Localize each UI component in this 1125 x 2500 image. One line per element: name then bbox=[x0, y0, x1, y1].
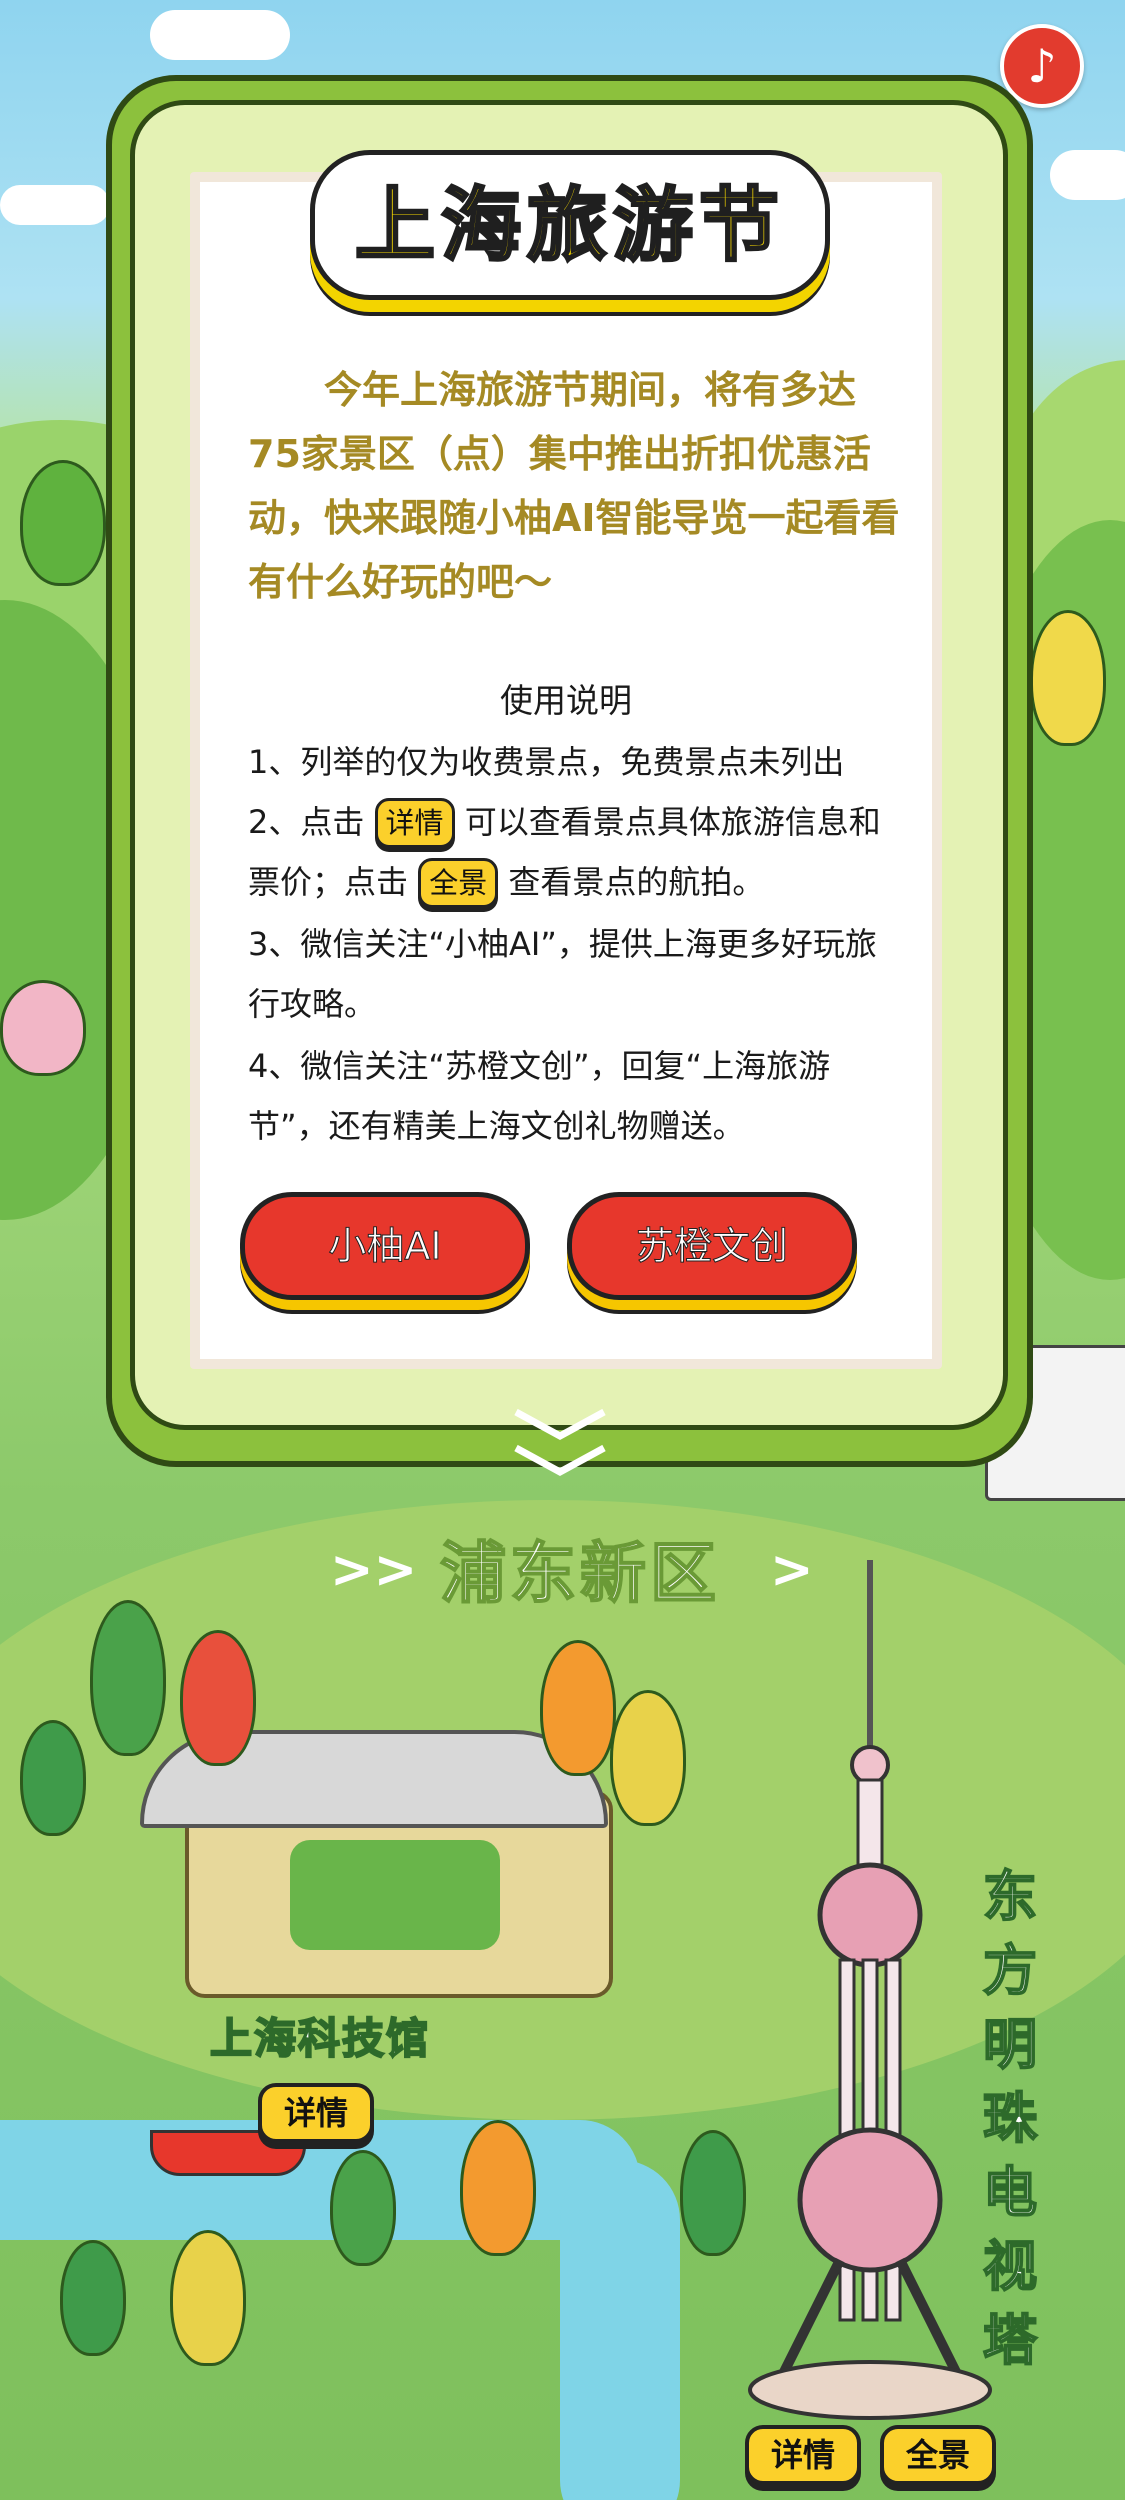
attraction-name-science-museum: 上海科技馆 bbox=[209, 2013, 431, 2064]
double-chevron-down-icon[interactable] bbox=[510, 1408, 610, 1444]
double-chevron-down-icon[interactable] bbox=[510, 1444, 610, 1480]
tv-tower-illustration bbox=[748, 1560, 992, 2420]
instruction-item-3: 3、微信关注“小柚AI”，提供上海更多好玩旅行攻略。 bbox=[248, 925, 877, 1023]
cloud-decoration bbox=[150, 10, 290, 60]
river-decoration bbox=[560, 2160, 680, 2500]
attraction-name-pearl-tower: 东方明珠电视塔 bbox=[982, 1864, 1038, 2373]
music-note-icon: ♪ bbox=[1027, 39, 1057, 93]
instructions-title: 使用说明 bbox=[500, 681, 632, 720]
pearl-tower-detail-button[interactable]: 详情 bbox=[745, 2425, 861, 2485]
xiaoyou-ai-button[interactable]: 小柚AI bbox=[240, 1192, 530, 1300]
detail-chip-example[interactable]: 详情 bbox=[374, 798, 455, 848]
section-chevrons-right: > bbox=[770, 1540, 814, 1600]
cloud-decoration bbox=[0, 185, 110, 225]
sucheng-wenchuang-button[interactable]: 苏橙文创 bbox=[567, 1192, 857, 1300]
cloud-decoration bbox=[1050, 150, 1125, 200]
intro-paragraph: 今年上海旅游节期间，将有多达75家景区（点）集中推出折扣优惠活动，快来跟随小柚A… bbox=[248, 368, 900, 604]
instruction-item-4: 4、微信关注“苏橙文创”，回复“上海旅游节”，还有精美上海文创礼物赠送。 bbox=[248, 1047, 831, 1145]
pearl-tower-panorama-button[interactable]: 全景 bbox=[880, 2425, 996, 2485]
instruction-text: 查看景点的航拍。 bbox=[508, 863, 765, 901]
instruction-item-1: 1、列举的仅为收费景点，免费景点未列出 bbox=[248, 743, 845, 781]
science-museum-detail-button[interactable]: 详情 bbox=[258, 2083, 374, 2143]
instruction-item-2: 2、点击 详情 可以查看景点具体旅游信息和票价；点击 全景 查看景点的航拍。 bbox=[248, 792, 903, 912]
title-banner: 上海旅游节 bbox=[310, 150, 830, 300]
plaza-decoration bbox=[290, 1840, 500, 1950]
instruction-text: 可以查看景点具体旅游信 bbox=[464, 803, 817, 841]
panorama-chip-example[interactable]: 全景 bbox=[418, 858, 499, 908]
page-title: 上海旅游节 bbox=[354, 177, 785, 274]
instruction-text: 2、点击 bbox=[248, 803, 365, 841]
section-title: 浦东新区 bbox=[439, 1534, 720, 1613]
